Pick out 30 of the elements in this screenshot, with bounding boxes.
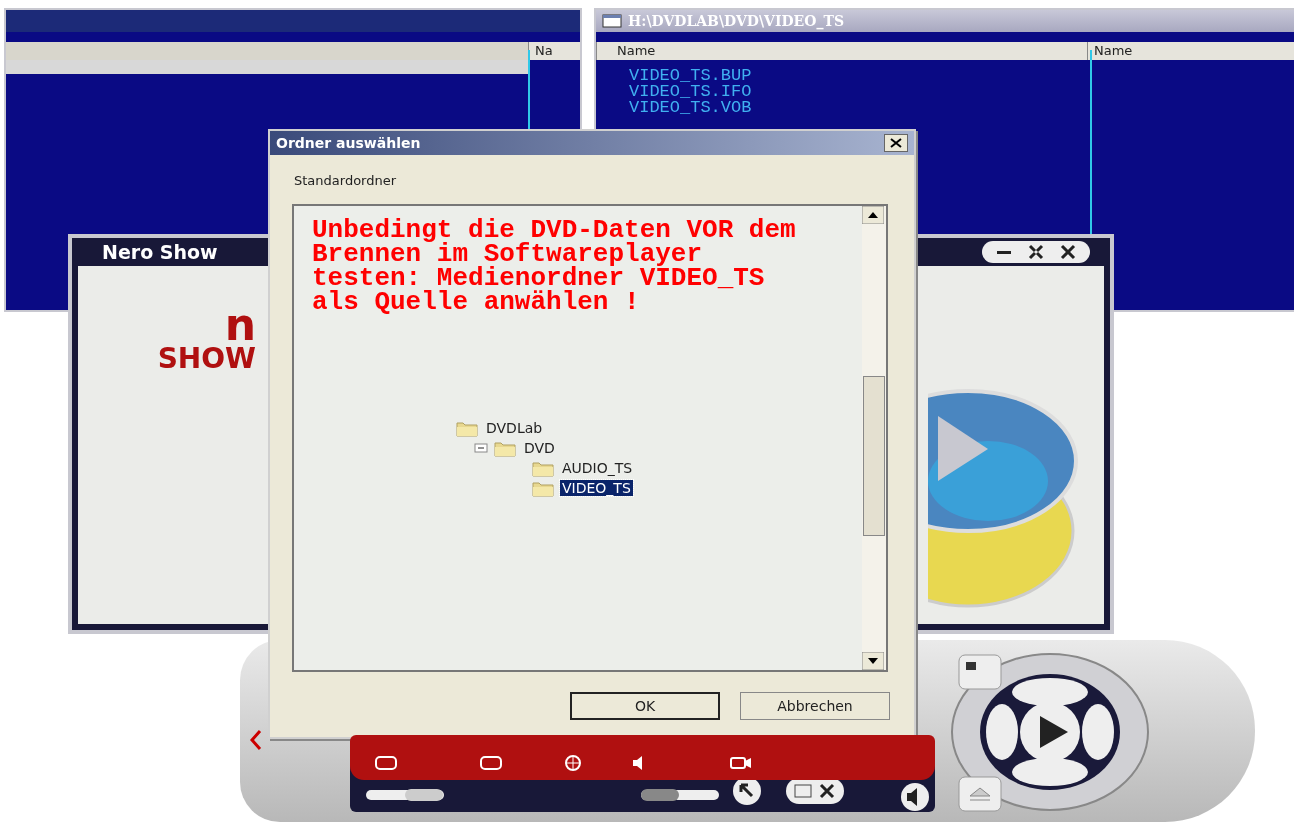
window-icon (602, 14, 622, 28)
file-name[interactable]: VIDEO_TS.VOB (629, 100, 1294, 116)
file-name[interactable]: VIDEO_TS.BUP (629, 68, 1294, 84)
dialog-title: Ordner auswählen (276, 135, 421, 151)
speaker-icon[interactable] (900, 782, 930, 812)
tree-item[interactable]: AUDIO_TS (560, 460, 635, 476)
slider-icon[interactable] (640, 787, 720, 803)
scrollbar-thumb[interactable] (863, 376, 885, 536)
logo-text: SHOW (157, 344, 256, 374)
scroll-up-icon[interactable] (862, 206, 884, 224)
tree-item[interactable]: DVDLab (484, 420, 545, 436)
slider-icon[interactable] (365, 787, 445, 803)
dialog-label: Standardordner (294, 173, 398, 188)
column-header[interactable]: Name (596, 42, 1087, 60)
file-name[interactable]: VIDEO_TS.IFO (629, 84, 1294, 100)
close-icon (890, 138, 902, 148)
collapse-icon[interactable] (474, 443, 488, 453)
close-button[interactable] (884, 134, 908, 152)
globe-icon[interactable] (562, 755, 584, 771)
tree-item[interactable]: VIDEO_TS (560, 480, 633, 496)
logo-text: n (224, 306, 256, 344)
window-title: Nero Show (102, 241, 218, 263)
scroll-down-icon[interactable] (862, 652, 884, 670)
tree-item[interactable]: DVD (522, 440, 557, 456)
panel-title: H:\DVDLAB\DVD\VIDEO_TS (628, 13, 844, 29)
ok-button[interactable]: OK (570, 692, 720, 720)
instruction-note: Unbedingt die DVD-Daten VOR dem Brennen im Softwareplayer testen: Medienordner VIDEO_TS als Quelle anwählen ! (312, 218, 797, 314)
scrollbar[interactable] (862, 206, 886, 670)
cancel-button[interactable]: Abbrechen (740, 692, 890, 720)
camera-icon[interactable] (730, 755, 752, 771)
